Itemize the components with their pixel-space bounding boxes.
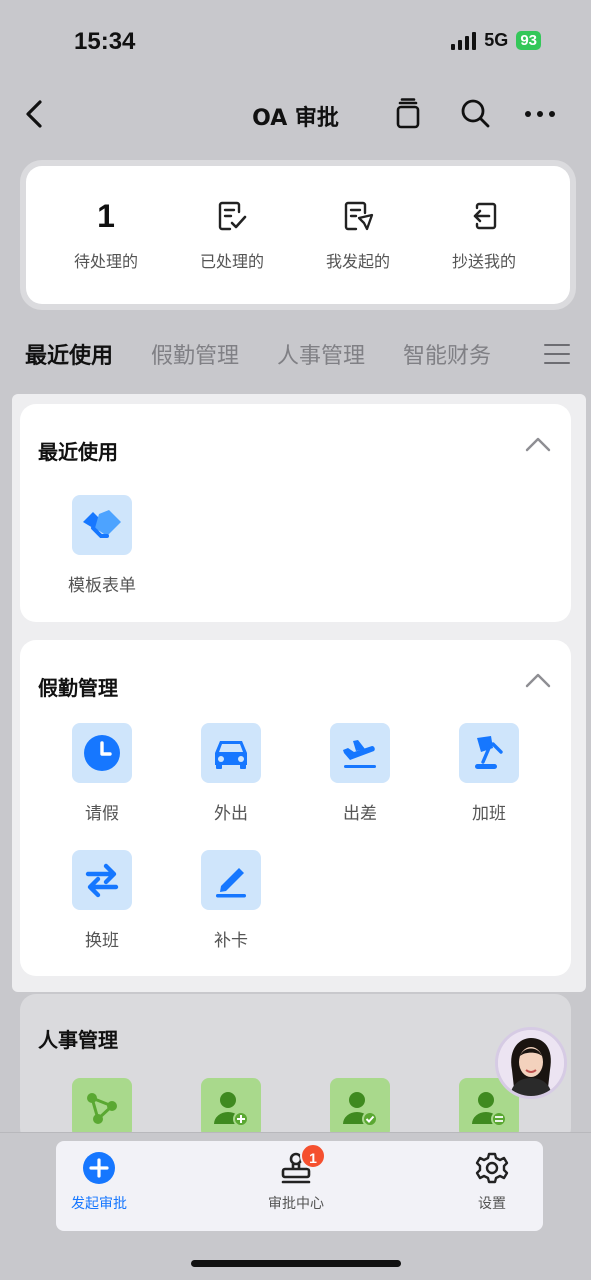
section-title: 最近使用 [38,440,118,464]
tile [459,723,519,783]
item-label: 出差 [343,804,377,824]
stat-cc[interactable]: 抄送我的 [434,196,534,272]
stat-processed[interactable]: 已处理的 [182,196,282,272]
item-overtime[interactable]: 加班 [434,723,544,824]
hr-item[interactable] [47,1078,157,1138]
pen-icon [216,868,246,898]
stat-label: 我发起的 [325,252,390,271]
tile [330,1078,390,1138]
tile [201,850,261,910]
swap-icon [85,863,119,898]
status-indicators: 5G 93 [451,30,541,51]
bottom-nav: 发起审批 1 审批中心 设置 [56,1141,543,1231]
nav-label: 设置 [478,1196,506,1212]
section-title: 人事管理 [38,1028,118,1052]
tile [330,723,390,783]
branch-icon [87,1093,117,1124]
page-title: OA 审批 [252,106,339,131]
stack-icon [396,98,420,129]
nav-approval-center[interactable]: 1 审批中心 [236,1143,356,1213]
item-label: 模板表单 [68,576,136,596]
stat-label: 待处理的 [73,252,138,271]
search-button[interactable] [457,96,493,132]
signal-icon [451,31,477,50]
item-label: 外出 [214,804,248,824]
tab-recent[interactable]: 最近使用 [25,338,113,370]
stack-button[interactable] [390,96,426,132]
tile [72,850,132,910]
lamp-icon [475,736,503,769]
recent-section: 最近使用 模板表单 [20,404,571,622]
nav-label: 发起审批 [71,1196,127,1212]
stat-pending[interactable]: 1 待处理的 [56,196,156,272]
network-type: 5G [484,30,509,50]
tile [72,723,132,783]
section-title: 假勤管理 [38,676,118,700]
assistant-avatar[interactable] [495,1027,567,1099]
settings-icon [475,1152,509,1184]
nav-settings[interactable]: 设置 [432,1151,552,1213]
item-leave[interactable]: 请假 [47,723,157,824]
user-add-icon [214,1092,249,1127]
stat-initiated[interactable]: 我发起的 [308,196,408,272]
nav-label: 审批中心 [268,1196,324,1212]
item-clock-in-fix[interactable]: 补卡 [176,850,286,951]
person-avatar-icon [498,1030,564,1096]
item-label: 请假 [85,804,119,824]
nav-initiate-approval[interactable]: 发起审批 [39,1151,159,1213]
stat-label: 已处理的 [199,252,264,271]
tile [72,1078,132,1138]
more-button[interactable] [522,96,558,132]
hr-item[interactable] [305,1078,415,1138]
user-transfer-icon [472,1092,507,1127]
nav-bar: OA 审批 [0,84,591,148]
back-icon [26,100,42,128]
pending-count: 1 [97,197,115,234]
item-label: 加班 [472,804,506,824]
back-button[interactable] [18,96,54,132]
item-template-form[interactable]: 模板表单 [47,495,157,596]
category-tabs: 最近使用 假勤管理 人事管理 智能财务 [0,334,591,374]
chevron-up-icon[interactable] [523,668,553,692]
search-icon [461,99,490,128]
hr-section: 人事管理 [20,994,571,1144]
car-icon [215,741,247,769]
item-shift-swap[interactable]: 换班 [47,850,157,951]
clock-icon [84,735,120,771]
home-indicator [191,1260,401,1267]
item-label: 补卡 [214,931,248,951]
tile [72,495,132,555]
plane-icon [343,740,376,768]
tab-hr[interactable]: 人事管理 [277,338,365,370]
status-bar: 15:34 5G 93 [0,0,591,84]
battery-icon: 93 [516,31,541,50]
attendance-section: 假勤管理 请假 外出 出差 加班 换班 补卡 [20,640,571,976]
more-icon [525,111,555,117]
stat-label: 抄送我的 [451,252,516,271]
chevron-up-icon[interactable] [523,432,553,456]
item-label: 换班 [85,931,119,951]
handshake-icon [83,510,121,538]
item-outing[interactable]: 外出 [176,723,286,824]
status-time: 15:34 [74,28,136,55]
hr-item[interactable] [176,1078,286,1138]
cc-icon [473,202,497,230]
tile [201,723,261,783]
doc-send-icon [344,201,374,231]
item-business-trip[interactable]: 出差 [305,723,415,824]
tile [201,1078,261,1138]
notification-badge: 1 [300,1143,326,1169]
tab-attendance[interactable]: 假勤管理 [151,338,239,370]
doc-check-icon [218,201,247,231]
stats-card: 1 待处理的 已处理的 我发起的 抄送我的 [26,166,570,304]
menu-icon[interactable] [544,344,570,366]
user-check-icon [343,1092,378,1127]
plus-circle-icon [83,1152,115,1184]
tab-finance[interactable]: 智能财务 [403,338,491,370]
